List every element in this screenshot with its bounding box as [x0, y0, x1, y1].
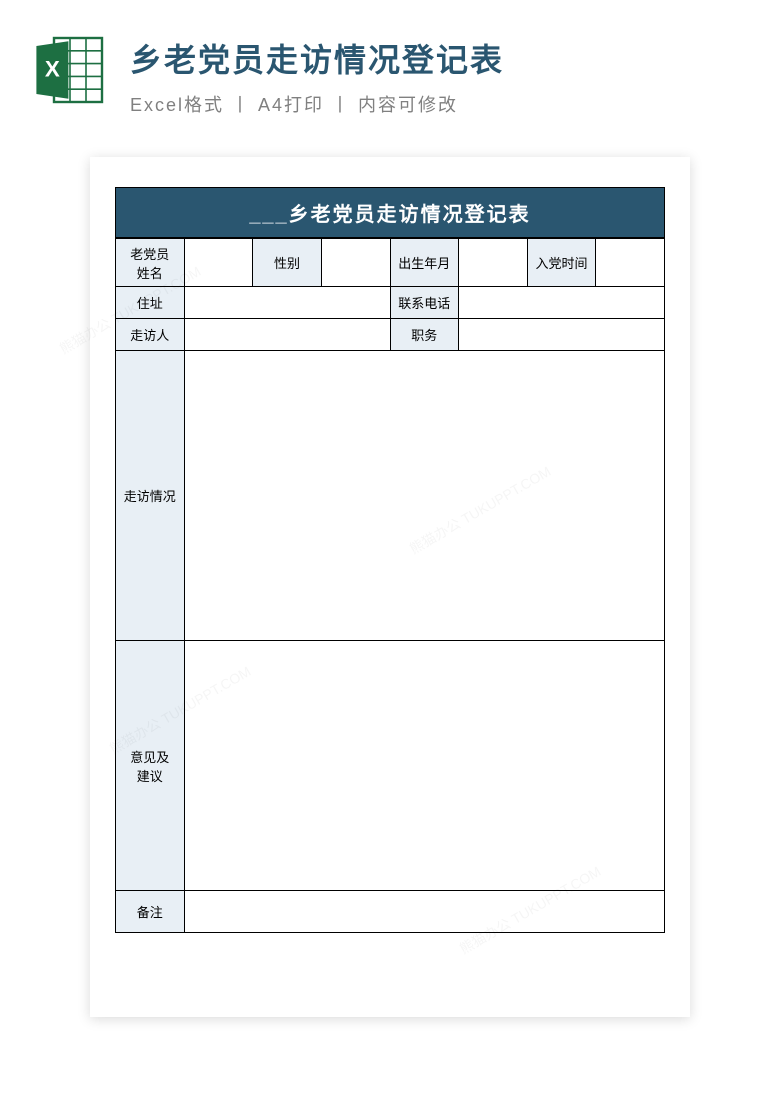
- value-visit-detail: [184, 351, 664, 641]
- label-visitor: 走访人: [116, 319, 185, 351]
- page-header: X 乡老党员走访情况登记表 Excel格式 丨 A4打印 丨 内容可修改: [0, 0, 780, 137]
- label-address: 住址: [116, 287, 185, 319]
- header-subtitle: Excel格式 丨 A4打印 丨 内容可修改: [130, 91, 750, 117]
- label-phone: 联系电话: [390, 287, 459, 319]
- value-opinion: [184, 641, 664, 891]
- label-position: 职务: [390, 319, 459, 351]
- value-visitor: [184, 319, 390, 351]
- registration-form-table: 老党员 姓名 性别 出生年月 入党时间 住址 联系电话 走访人 职务 走访情况 …: [115, 238, 665, 933]
- label-opinion: 意见及 建议: [116, 641, 185, 891]
- header-title: 乡老党员走访情况登记表: [130, 35, 750, 81]
- label-gender: 性别: [253, 239, 322, 287]
- value-position: [459, 319, 665, 351]
- label-name: 老党员 姓名: [116, 239, 185, 287]
- value-birth: [459, 239, 528, 287]
- excel-icon: X: [30, 30, 110, 110]
- label-join-date: 入党时间: [527, 239, 596, 287]
- value-join-date: [596, 239, 665, 287]
- value-address: [184, 287, 390, 319]
- svg-text:X: X: [45, 56, 60, 81]
- label-visit-detail: 走访情况: [116, 351, 185, 641]
- value-remark: [184, 891, 664, 933]
- value-name: [184, 239, 253, 287]
- document-page: ___乡老党员走访情况登记表 老党员 姓名 性别 出生年月 入党时间 住址 联系…: [90, 157, 690, 1017]
- label-birth: 出生年月: [390, 239, 459, 287]
- label-remark: 备注: [116, 891, 185, 933]
- header-text-block: 乡老党员走访情况登记表 Excel格式 丨 A4打印 丨 内容可修改: [130, 30, 750, 117]
- value-gender: [321, 239, 390, 287]
- value-phone: [459, 287, 665, 319]
- form-title: ___乡老党员走访情况登记表: [115, 187, 665, 238]
